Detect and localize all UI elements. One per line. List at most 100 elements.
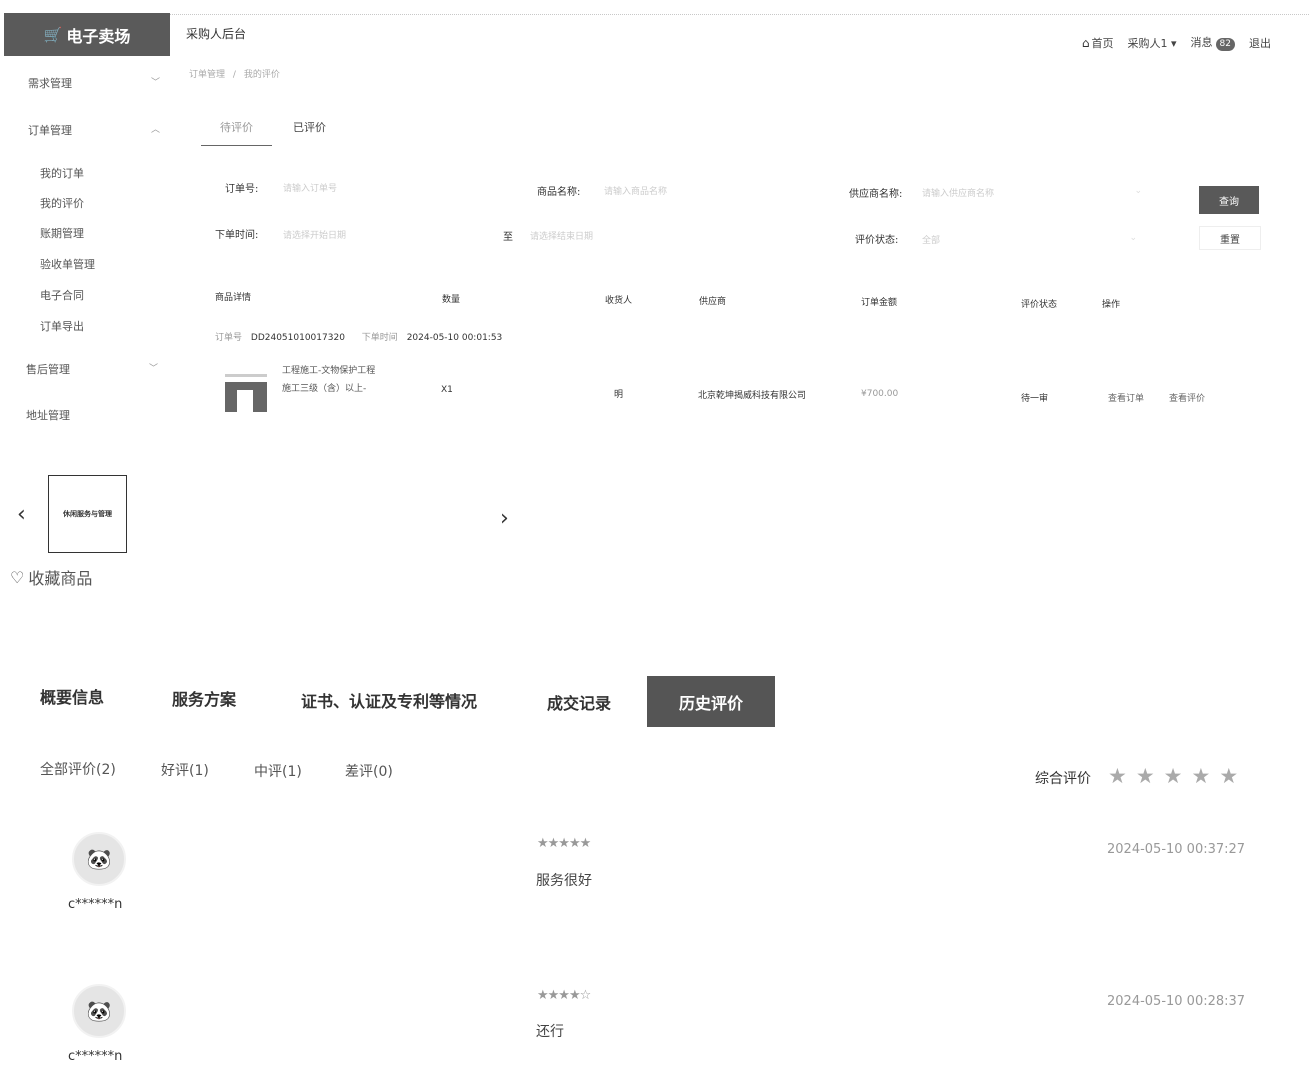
order-time-start-input[interactable]: 请选择开始日期 [283,228,483,241]
home-link[interactable]: ⌂ 首页 [1082,35,1114,51]
row-review-status: 待一审 [1021,394,1049,404]
messages-badge: 82 [1215,38,1235,51]
review-text: 服务很好 [536,873,592,889]
carousel-prev-icon[interactable]: ‹ [17,502,26,527]
chevron-down-icon: ﹀ [148,364,158,374]
supplier-name-label: 供应商名称: [849,189,903,200]
messages-link[interactable]: 消息 82 [1191,34,1235,51]
tab-review-history[interactable]: 历史评价 [647,676,776,727]
select-caret-icon: ⌄ [1129,233,1137,243]
col-supplier: 供应商 [699,297,727,307]
row-amount: ¥700.00 [861,389,899,399]
star-icon: ★ [1219,764,1239,788]
sidebar-item-my-orders[interactable]: 我的订单 [40,165,84,181]
panda-avatar-icon: 🐼 [86,999,112,1023]
heart-icon: ♡ [10,567,25,587]
review-username: c******n [68,1049,123,1064]
review-filter-good[interactable]: 好评(1) [161,760,209,780]
review-date: 2024-05-10 00:28:37 [1107,994,1246,1009]
app-title: 采购人后台 [186,27,247,41]
product-name-line2: 施工三级（含）以上- [282,384,367,394]
logout-link[interactable]: 退出 [1249,35,1271,51]
row-receiver: 明 [614,390,624,400]
star-icon: ★ [1191,764,1211,788]
product-name-line1[interactable]: 工程施工-文物保护工程 [282,363,375,376]
product-name-label: 商品名称: [537,187,581,198]
panda-avatar-icon: 🐼 [86,847,112,871]
select-caret-icon: ⌄ [1134,186,1142,196]
review-status-label: 评价状态: [855,235,899,246]
sidebar-item-payment-terms[interactable]: 账期管理 [40,225,84,241]
sidebar-item-export[interactable]: 订单导出 [40,318,84,334]
sidebar-item-contracts[interactable]: 电子合同 [40,287,84,303]
overall-rating-label: 综合评价 [1035,771,1091,787]
tab-service-plan[interactable]: 服务方案 [172,672,236,723]
breadcrumb: 订单管理 / 我的评价 [189,70,280,80]
review-text: 还行 [536,1024,564,1040]
avatar: 🐼 [72,832,126,886]
review-username: c******n [68,897,123,912]
avatar: 🐼 [72,984,126,1038]
star-icon: ★ [1135,764,1155,788]
review-filter-bad[interactable]: 差评(0) [345,761,393,781]
sidebar-item-acceptance[interactable]: 验收单管理 [40,256,95,272]
sidebar-group-orders[interactable]: 订单管理 ︿ [28,122,160,138]
header-divider [170,14,1309,16]
user-menu[interactable]: 采购人1 ▾ [1128,35,1177,51]
col-product-detail: 商品详情 [215,293,252,303]
sidebar-item-my-reviews[interactable]: 我的评价 [40,195,84,211]
query-button[interactable]: 查询 [1199,186,1259,214]
review-rating-stars: ★★★★☆ [537,988,591,1003]
breadcrumb-current: 我的评价 [243,70,280,80]
reset-button[interactable]: 重置 [1199,226,1261,250]
tab-reviewed[interactable]: 已评价 [293,119,326,135]
review-date: 2024-05-10 00:37:27 [1107,842,1246,857]
top-nav: ⌂ 首页 采购人1 ▾ 消息 82 退出 [1082,34,1271,51]
favorite-button[interactable]: ♡ 收藏商品 [10,565,92,589]
order-no-label: 订单号: [225,184,259,195]
order-meta: 订单号 DD24051010017320 下单时间 2024-05-10 00:… [215,333,503,343]
order-time: 2024-05-10 00:01:53 [406,333,503,343]
order-number: DD24051010017320 [250,333,345,343]
carousel-next-icon[interactable]: › [500,506,509,531]
breadcrumb-root[interactable]: 订单管理 [189,70,225,80]
star-icon: ★ [1108,764,1127,788]
review-rating-stars: ★★★★★ [537,836,591,851]
col-review-status: 评价状态 [1021,300,1058,310]
supplier-name-select[interactable]: 请输入供应商名称 ⌄ [922,186,1142,199]
overall-rating-stars: ★ ★ ★ ★ ★ [1108,764,1238,788]
to-label: 至 [503,232,513,243]
carousel-thumbnail[interactable]: 休闲服务与管理 [48,475,127,553]
row-quantity: X1 [441,385,453,395]
col-receiver: 收货人 [605,296,633,306]
review-filter-all[interactable]: 全部评价(2) [40,759,116,779]
row-supplier: 北京乾坤揭威科技有限公司 [698,391,807,401]
col-quantity: 数量 [442,295,461,305]
product-thumbnail[interactable] [225,370,267,412]
col-amount: 订单金额 [861,298,898,308]
view-order-link[interactable]: 查看订单 [1108,391,1144,404]
sidebar-group-address[interactable]: 地址管理 [26,407,158,423]
order-time-end-input[interactable]: 请选择结束日期 [530,229,750,242]
logo-text: 电子卖场 [66,26,131,46]
chevron-up-icon: ︿ [150,125,160,135]
sidebar-group-demand[interactable]: 需求管理 ﹀ [28,75,160,91]
order-time-label: 下单时间: [215,230,259,241]
tab-certificates[interactable]: 证书、认证及专利等情况 [301,674,477,725]
logo[interactable]: 🛒 电子卖场 [4,13,170,56]
tab-transactions[interactable]: 成交记录 [547,676,611,727]
caret-down-icon: ▾ [1171,36,1177,50]
star-icon: ★ [1163,764,1183,788]
sidebar-group-aftersales[interactable]: 售后管理 ﹀ [26,361,158,377]
order-no-input[interactable]: 请输入订单号 [283,181,513,194]
col-actions: 操作 [1102,300,1121,310]
view-review-link[interactable]: 查看评价 [1169,391,1205,404]
review-filter-neutral[interactable]: 中评(1) [254,761,302,781]
review-status-select[interactable]: 全部 ⌄ [922,233,1137,246]
tab-overview[interactable]: 概要信息 [40,670,104,721]
home-icon: ⌂ [1081,35,1090,50]
product-name-input[interactable]: 请输入商品名称 [604,184,824,197]
tab-pending-review[interactable]: 待评价 [201,119,272,146]
cart-icon: 🛒 [43,25,63,44]
chevron-down-icon: ﹀ [150,78,160,88]
